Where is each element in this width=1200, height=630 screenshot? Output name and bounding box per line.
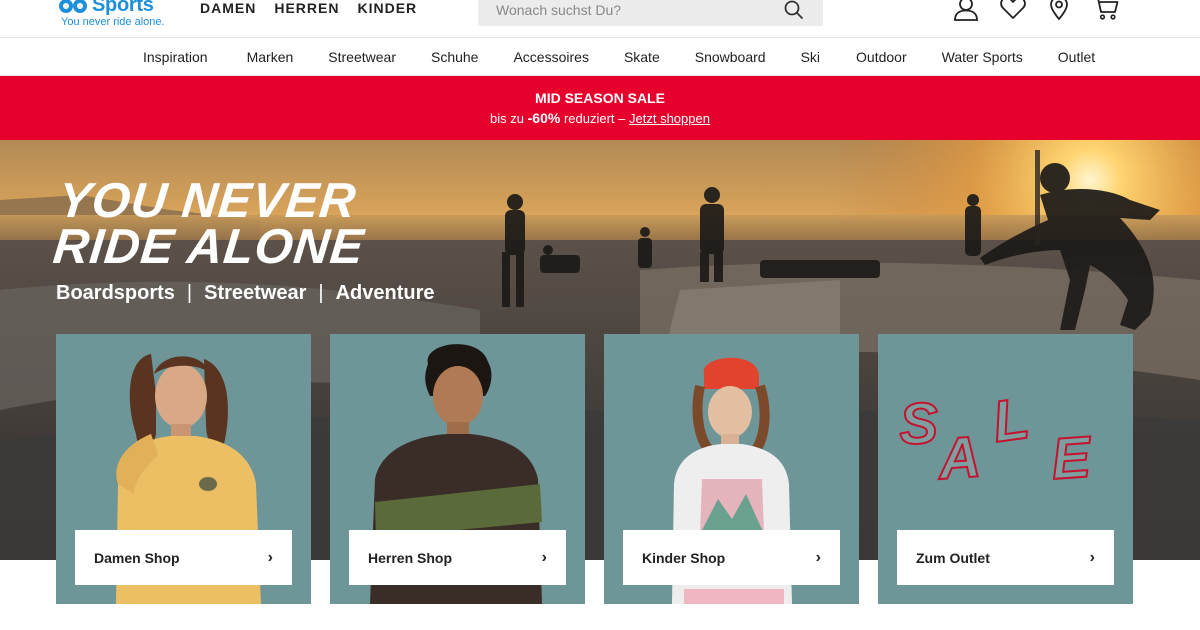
search-input[interactable] — [496, 0, 766, 20]
hero-sub-boardsports: Boardsports — [56, 282, 175, 304]
hero-sub-separator: | — [186, 282, 193, 304]
category-nav-streetwear[interactable]: Streetwear — [328, 49, 396, 65]
sale-letter-l: L — [989, 386, 1033, 455]
sale-letter-a: A — [934, 424, 982, 492]
tile-damen-shop[interactable]: Damen Shop › — [56, 334, 311, 604]
outlet-label: Zum Outlet — [916, 549, 990, 566]
category-nav-outdoor[interactable]: Outdoor — [856, 49, 907, 65]
sale-letter-s: S — [898, 391, 939, 457]
top-header: Sports You never ride alone. DAMEN HERRE… — [0, 0, 1200, 38]
search-icon[interactable] — [783, 0, 805, 21]
category-nav-outlet[interactable]: Outlet — [1058, 49, 1095, 65]
category-nav-snowboard[interactable]: Snowboard — [695, 49, 766, 65]
wishlist-heart-icon[interactable] — [999, 0, 1027, 22]
hero-sub-separator: | — [318, 282, 324, 304]
promo-shop-link[interactable]: Jetzt shoppen — [629, 111, 710, 126]
herren-shop-label: Herren Shop — [368, 549, 453, 566]
tile-outlet[interactable]: S A L E Zum Outlet › — [878, 334, 1133, 604]
promo-banner[interactable]: MID SEASON SALE bis zu -60% reduziert – … — [0, 76, 1200, 140]
promo-prefix: bis zu — [490, 111, 525, 126]
damen-shop-button[interactable]: Damen Shop › — [75, 530, 292, 585]
category-nav-accessoires[interactable]: Accessoires — [513, 49, 588, 65]
category-nav: Inspiration Marken Streetwear Schuhe Acc… — [0, 38, 1200, 76]
site-logo[interactable]: Sports You never ride alone. — [58, 0, 178, 34]
hero-headline: YOU NEVER RIDE ALONE — [50, 174, 371, 274]
category-nav-ski[interactable]: Ski — [801, 49, 820, 65]
tile-kinder-shop[interactable]: Kinder Shop › — [604, 334, 859, 604]
category-nav-schuhe[interactable]: Schuhe — [431, 49, 478, 65]
chevron-right-icon: › — [541, 548, 547, 566]
promo-suffix: reduziert – — [563, 111, 626, 126]
gender-nav: DAMEN HERREN KINDER — [200, 0, 417, 20]
tile-herren-shop[interactable]: Herren Shop › — [330, 334, 585, 604]
kinder-shop-button[interactable]: Kinder Shop › — [623, 530, 840, 585]
gender-nav-herren[interactable]: HERREN — [274, 0, 339, 20]
category-nav-inspiration[interactable]: Inspiration — [143, 49, 208, 65]
promo-discount: -60% — [527, 110, 561, 126]
logo-text: Sports — [92, 0, 154, 16]
promo-title: MID SEASON SALE — [535, 90, 665, 106]
herren-shop-button[interactable]: Herren Shop › — [349, 530, 566, 585]
outlet-button[interactable]: Zum Outlet › — [897, 530, 1114, 585]
hero-subline: Boardsports | Streetwear | Adventure — [56, 282, 435, 305]
promo-subline: bis zu -60% reduziert – Jetzt shoppen — [0, 110, 1200, 126]
hero-sub-adventure: Adventure — [335, 282, 435, 304]
damen-shop-label: Damen Shop — [94, 549, 180, 566]
hero-headline-line1: YOU NEVER — [55, 174, 359, 228]
hero-headline-line2: RIDE ALONE — [50, 220, 367, 274]
gender-nav-damen[interactable]: DAMEN — [200, 0, 256, 20]
category-nav-water-sports[interactable]: Water Sports — [942, 49, 1023, 65]
logo-mark-icon — [59, 0, 87, 13]
category-nav-marken[interactable]: Marken — [247, 49, 294, 65]
hero-sub-streetwear: Streetwear — [204, 282, 307, 304]
account-icon[interactable] — [952, 0, 980, 22]
chevron-right-icon: › — [267, 548, 273, 566]
cart-icon[interactable] — [1092, 0, 1120, 22]
category-nav-skate[interactable]: Skate — [624, 49, 660, 65]
logo-tagline: You never ride alone. — [61, 16, 165, 28]
sale-letter-e: E — [1049, 424, 1094, 492]
kinder-shop-label: Kinder Shop — [642, 549, 726, 566]
search-box — [478, 0, 823, 26]
gender-nav-kinder[interactable]: KINDER — [357, 0, 417, 20]
chevron-right-icon: › — [815, 548, 821, 566]
chevron-right-icon: › — [1089, 548, 1095, 566]
store-locator-icon[interactable] — [1045, 0, 1073, 22]
